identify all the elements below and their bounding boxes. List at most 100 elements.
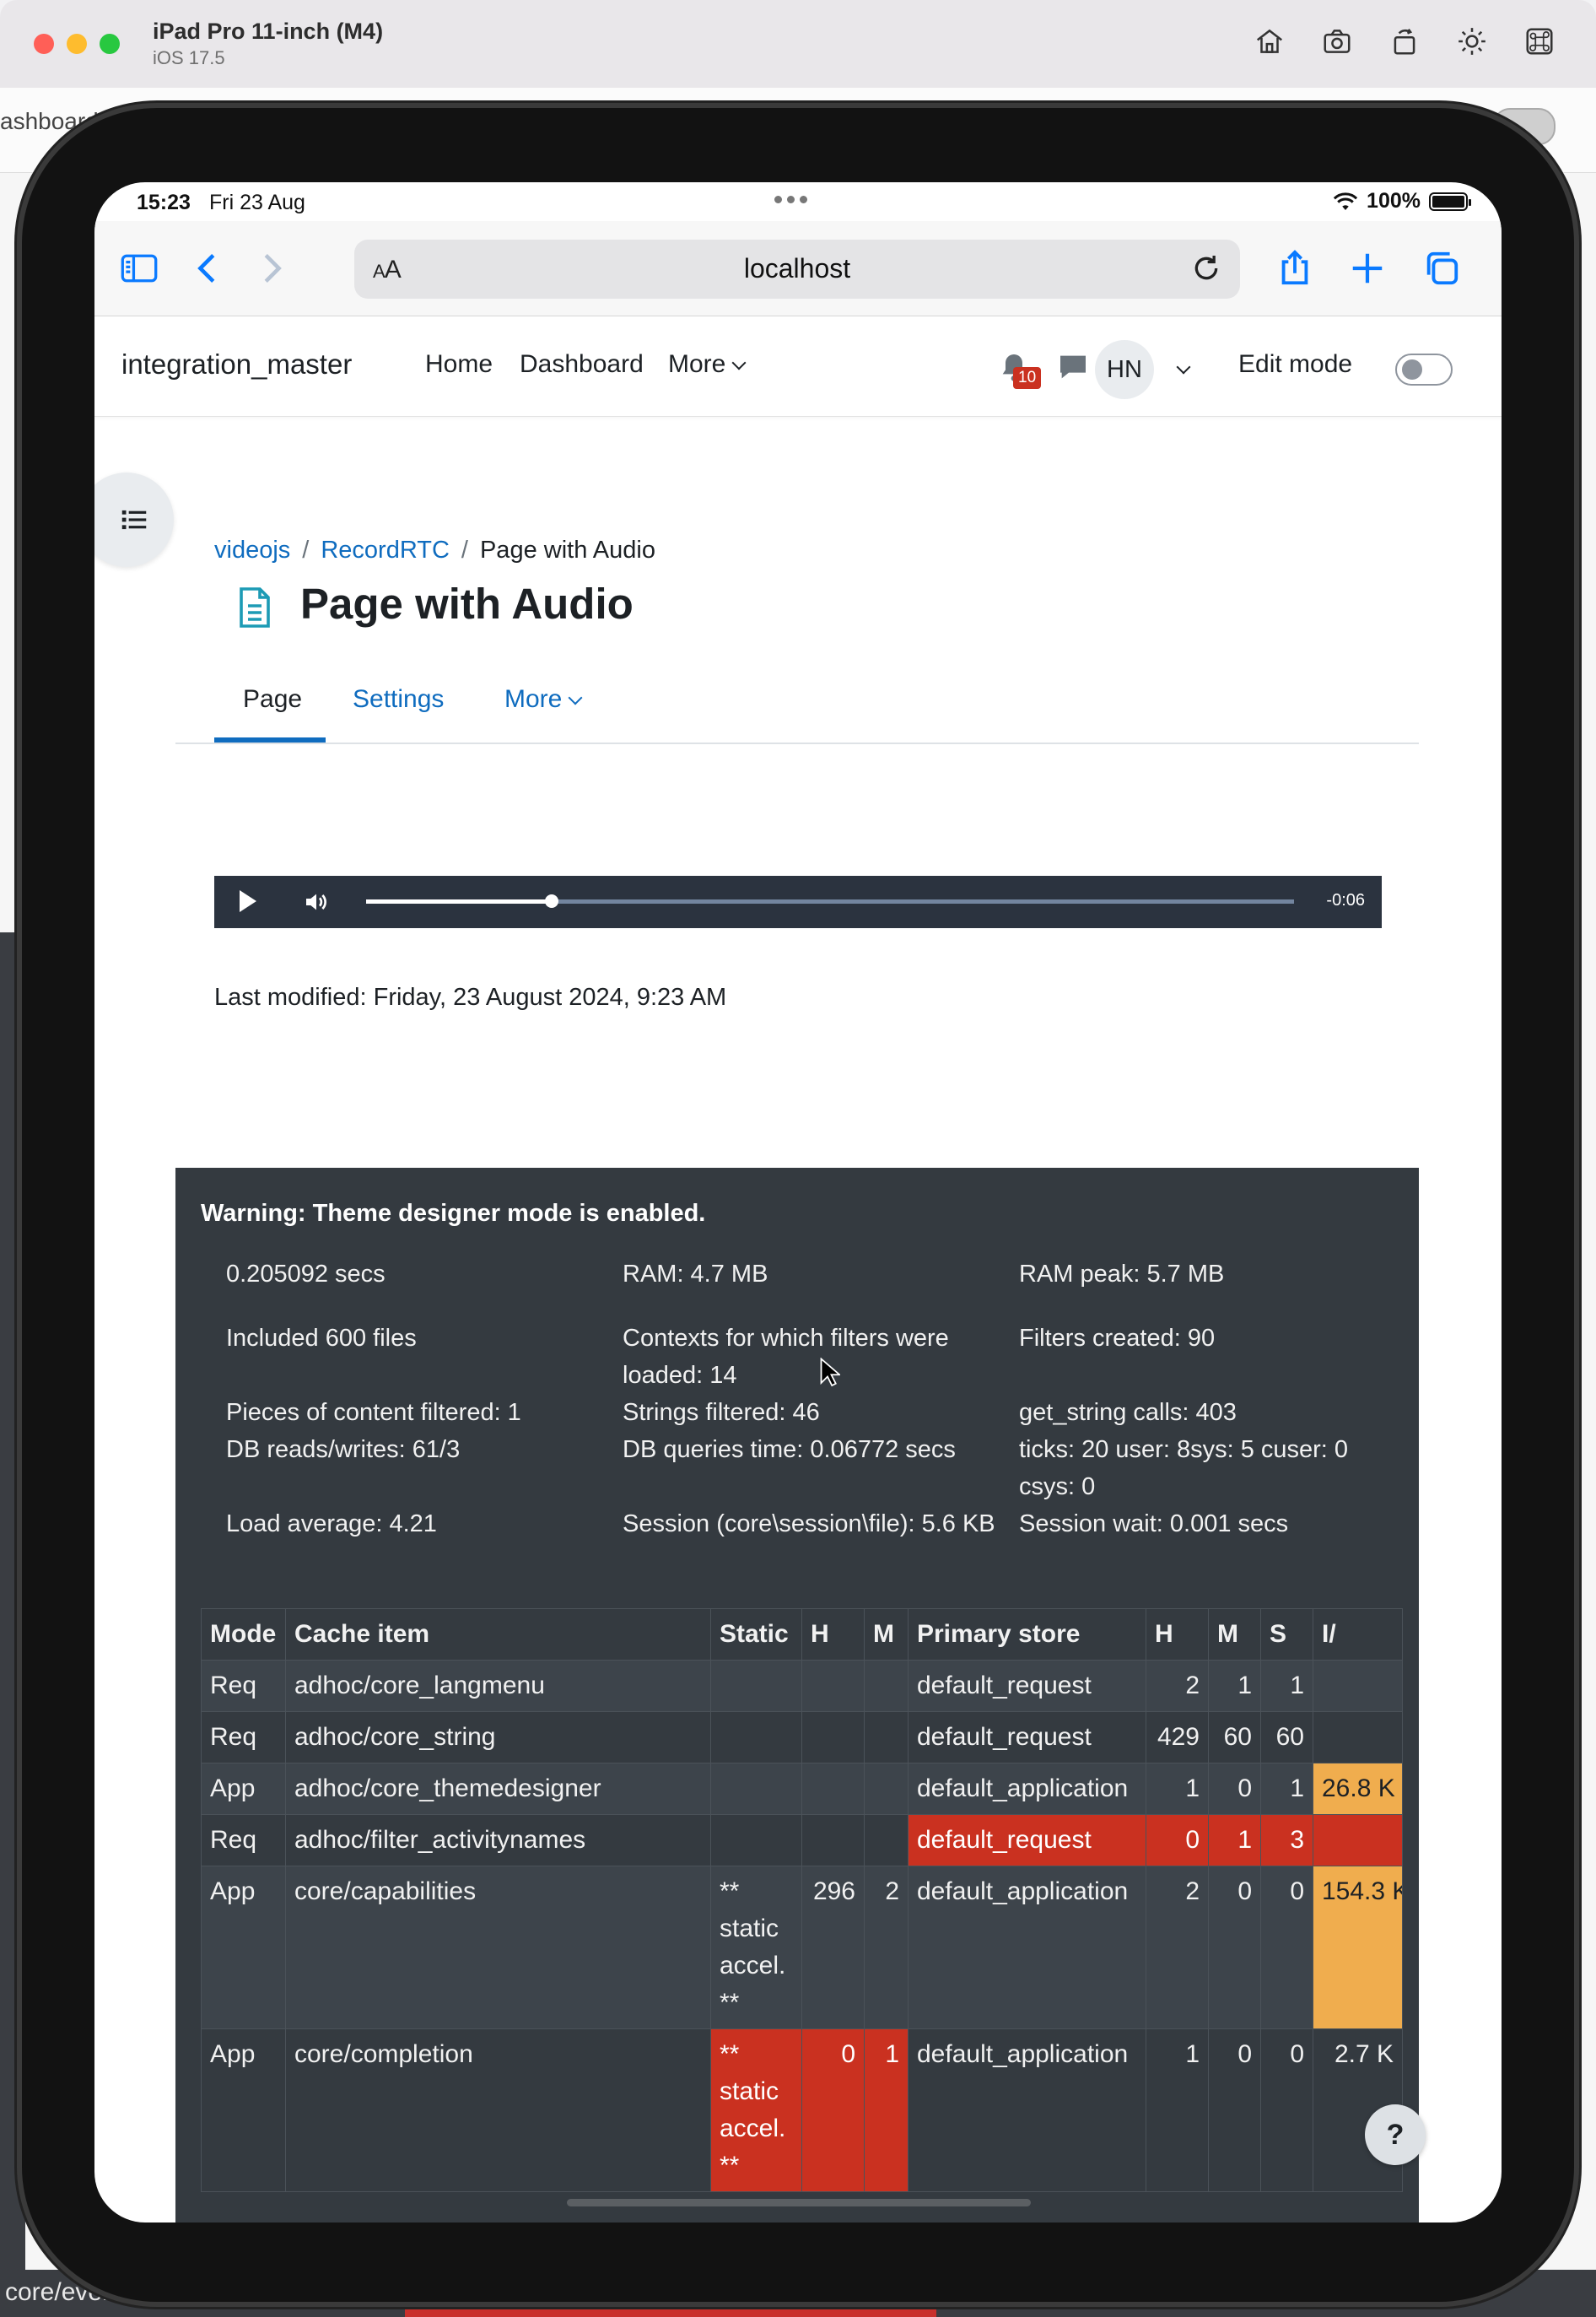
- volume-icon[interactable]: [302, 888, 331, 915]
- cell-item: adhoc/core_langmenu: [285, 1660, 711, 1712]
- audio-progress-bar[interactable]: [366, 894, 1294, 908]
- multitasking-dots-icon[interactable]: [774, 196, 807, 203]
- cell-static: ** static accel. **: [710, 1866, 802, 2029]
- new-tab-icon[interactable]: [1345, 248, 1390, 289]
- col-static: Static: [710, 1608, 802, 1661]
- minimize-window-button[interactable]: [67, 34, 87, 54]
- cell-mode: Req: [201, 1660, 286, 1712]
- table-row: Req adhoc/core_langmenu default_request …: [201, 1660, 1403, 1712]
- cell-io: [1313, 1814, 1403, 1866]
- perf-contexts: Contexts for which filters were loaded: …: [623, 1325, 949, 1389]
- zoom-window-button[interactable]: [100, 34, 120, 54]
- cell-store: default_request: [908, 1814, 1146, 1866]
- cell-static-m: 2: [864, 1866, 909, 2029]
- cell-static-h: 296: [801, 1866, 865, 2029]
- perf-content-filtered: Pieces of content filtered: 1: [226, 1399, 521, 1426]
- edit-mode-toggle[interactable]: [1395, 354, 1453, 386]
- tabs-overview-icon[interactable]: [1419, 248, 1464, 289]
- performance-info-panel: Warning: Theme designer mode is enabled.…: [175, 1168, 1419, 2222]
- cell-m: 0: [1208, 1763, 1261, 1815]
- battery-percentage: 100%: [1367, 189, 1421, 213]
- cell-mode: App: [201, 2028, 286, 2192]
- user-menu-chevron-down-icon[interactable]: [1176, 359, 1191, 375]
- command-icon[interactable]: [1520, 22, 1559, 61]
- reload-icon[interactable]: [1189, 251, 1223, 285]
- theme-designer-warning: Warning: Theme designer mode is enabled.: [201, 1200, 706, 1227]
- course-index-toggle[interactable]: [94, 473, 174, 567]
- chevron-down-icon: [731, 355, 747, 370]
- wifi-icon: [1333, 192, 1358, 210]
- perf-time: 0.205092 secs: [226, 1261, 386, 1288]
- cell-io: 154.3 K: [1313, 1866, 1403, 2029]
- audio-player: -0:06: [214, 876, 1382, 928]
- notification-count-badge: 10: [1013, 367, 1042, 389]
- address-bar[interactable]: AA localhost: [354, 240, 1240, 299]
- appearance-icon[interactable]: [1453, 22, 1491, 61]
- tab-page[interactable]: Page: [243, 685, 302, 714]
- tab-settings[interactable]: Settings: [353, 685, 444, 714]
- user-avatar[interactable]: HN: [1095, 340, 1154, 399]
- home-indicator[interactable]: [567, 2199, 1031, 2206]
- forward-icon[interactable]: [248, 248, 294, 289]
- cell-static: [710, 1711, 802, 1763]
- perf-filters-created: Filters created: 90: [1019, 1325, 1216, 1352]
- cell-h: 0: [1146, 1814, 1209, 1866]
- perf-included-files: Included 600 files: [226, 1325, 417, 1352]
- url-text[interactable]: localhost: [354, 253, 1240, 284]
- cell-mode: App: [201, 1763, 286, 1815]
- cell-store: default_application: [908, 1763, 1146, 1815]
- cell-h: 2: [1146, 1866, 1209, 2029]
- perf-session-wait: Session wait: 0.001 secs: [1019, 1510, 1289, 1537]
- cell-m: 1: [1208, 1814, 1261, 1866]
- edit-mode-label: Edit mode: [1238, 350, 1353, 378]
- close-window-button[interactable]: [34, 34, 54, 54]
- col-mode: Mode: [201, 1608, 286, 1661]
- simulator-titlebar: iPad Pro 11-inch (M4) iOS 17.5: [0, 0, 1596, 89]
- cell-mode: Req: [201, 1814, 286, 1866]
- cell-item: core/completion: [285, 2028, 711, 2192]
- cell-h: 1: [1146, 2028, 1209, 2192]
- cell-static: [710, 1763, 802, 1815]
- perf-load-average: Load average: 4.21: [226, 1510, 437, 1537]
- cell-m: 0: [1208, 1866, 1261, 2029]
- table-row: App adhoc/core_themedesigner default_app…: [201, 1763, 1403, 1815]
- audio-progress-handle[interactable]: [545, 894, 558, 908]
- back-icon[interactable]: [186, 248, 231, 289]
- perf-session: Session (core\session\file): 5.6 KB: [623, 1510, 995, 1537]
- cache-usage-table: Mode Cache item Static H M Primary store…: [201, 1608, 1403, 2192]
- play-icon[interactable]: [240, 890, 256, 912]
- cell-static-m: 1: [864, 2028, 909, 2192]
- nav-more[interactable]: More: [668, 350, 747, 379]
- cell-s: 0: [1260, 1866, 1313, 2029]
- sidebar-toggle-icon[interactable]: [116, 248, 162, 289]
- breadcrumb: videojs / RecordRTC / Page with Audio: [214, 537, 655, 564]
- perf-db-rw: DB reads/writes: 61/3: [226, 1436, 461, 1463]
- help-button[interactable]: ?: [1365, 2104, 1426, 2165]
- moodle-navbar: integration_master Home Dashboard More 1…: [94, 316, 1502, 417]
- screenshot-icon[interactable]: [1318, 22, 1356, 61]
- cell-static-m: [864, 1711, 909, 1763]
- cell-static: [710, 1660, 802, 1712]
- breadcrumb-recordrtc[interactable]: RecordRTC: [321, 537, 450, 564]
- home-icon[interactable]: [1250, 22, 1289, 61]
- breadcrumb-videojs[interactable]: videojs: [214, 537, 290, 564]
- perf-strings-filtered: Strings filtered: 46: [623, 1399, 820, 1426]
- site-name[interactable]: integration_master: [121, 348, 352, 381]
- cell-static-h: [801, 1763, 865, 1815]
- messages-icon[interactable]: [1056, 350, 1090, 384]
- cell-m: 60: [1208, 1711, 1261, 1763]
- cell-static: ** static accel. **: [710, 2028, 802, 2192]
- safari-toolbar: AA localhost: [94, 221, 1502, 316]
- nav-dashboard[interactable]: Dashboard: [520, 350, 644, 379]
- col-primary-store: Primary store: [908, 1608, 1146, 1661]
- cell-item: adhoc/core_string: [285, 1711, 711, 1763]
- tab-more[interactable]: More: [504, 685, 583, 714]
- ipad-screen: 15:23 Fri 23 Aug 100% AA localhost integ…: [94, 182, 1502, 2222]
- rotate-icon[interactable]: [1385, 22, 1424, 61]
- cell-s: 3: [1260, 1814, 1313, 1866]
- secondary-navigation: Page Settings More: [175, 655, 1419, 744]
- cell-static-m: [864, 1814, 909, 1866]
- status-time: 15:23: [137, 191, 191, 214]
- share-icon[interactable]: [1272, 248, 1318, 289]
- nav-home[interactable]: Home: [425, 350, 493, 379]
